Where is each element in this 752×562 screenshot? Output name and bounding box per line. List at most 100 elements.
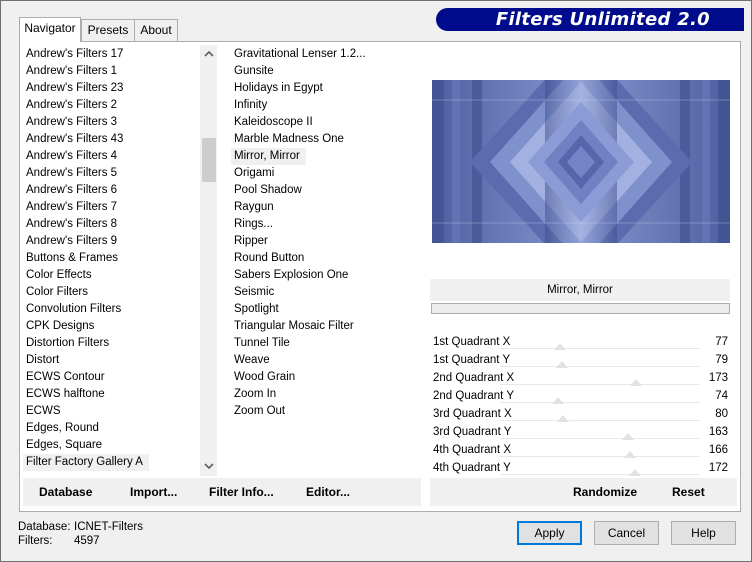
category-item[interactable]: Andrew's Filters 23 bbox=[23, 80, 129, 97]
filter-item[interactable]: Pool Shadow bbox=[231, 182, 308, 199]
category-item[interactable]: Andrew's Filters 4 bbox=[23, 148, 123, 165]
filter-item[interactable]: Origami bbox=[231, 165, 280, 182]
parameter-slider-row[interactable]: 1st Quadrant Y 79 bbox=[430, 351, 730, 369]
filter-item[interactable]: Kaleidoscope II bbox=[231, 114, 319, 131]
filter-item[interactable]: Sabers Explosion One bbox=[231, 267, 354, 284]
category-item[interactable]: Andrew's Filters 7 bbox=[23, 199, 123, 216]
category-item[interactable]: Andrew's Filters 8 bbox=[23, 216, 123, 233]
category-item[interactable]: Andrew's Filters 43 bbox=[23, 131, 129, 148]
parameter-value: 74 bbox=[715, 390, 728, 402]
category-item[interactable]: Andrew's Filters 1 bbox=[23, 63, 123, 80]
category-item[interactable]: ECWS halftone bbox=[23, 386, 111, 403]
slider-thumb[interactable] bbox=[555, 361, 568, 368]
category-item[interactable]: Edges, Square bbox=[23, 437, 108, 454]
category-item[interactable]: Buttons & Frames bbox=[23, 250, 124, 267]
category-item[interactable]: Edges, Round bbox=[23, 420, 105, 437]
filter-item[interactable]: Marble Madness One bbox=[231, 131, 350, 148]
parameter-label: 3rd Quadrant Y bbox=[433, 426, 512, 438]
category-item[interactable]: Andrew's Filters 2 bbox=[23, 97, 123, 114]
slider-track[interactable] bbox=[500, 402, 700, 403]
slider-thumb[interactable] bbox=[552, 397, 565, 404]
slider-thumb[interactable] bbox=[624, 451, 637, 458]
category-item[interactable]: Andrew's Filters 9 bbox=[23, 233, 123, 250]
filter-item[interactable]: Gunsite bbox=[231, 63, 280, 80]
parameter-value: 80 bbox=[715, 408, 728, 420]
tab-navigator[interactable]: Navigator bbox=[19, 17, 81, 42]
filter-item[interactable]: Raygun bbox=[231, 199, 280, 216]
slider-thumb[interactable] bbox=[629, 379, 642, 386]
parameter-slider-row[interactable]: 3rd Quadrant Y 163 bbox=[430, 423, 730, 441]
filter-item[interactable]: Infinity bbox=[231, 97, 273, 114]
slider-thumb[interactable] bbox=[556, 415, 569, 422]
filter-preview-image bbox=[432, 80, 730, 243]
category-item[interactable]: Color Filters bbox=[23, 284, 94, 301]
randomize-button[interactable]: Randomize bbox=[573, 478, 637, 506]
parameter-label: 1st Quadrant X bbox=[433, 336, 511, 348]
parameter-label: 4th Quadrant Y bbox=[433, 462, 511, 474]
reset-button[interactable]: Reset bbox=[672, 478, 705, 506]
category-item[interactable]: Distortion Filters bbox=[23, 335, 115, 352]
apply-button[interactable]: Apply bbox=[517, 521, 582, 545]
filter-item[interactable]: Weave bbox=[231, 352, 276, 369]
slider-thumb[interactable] bbox=[554, 343, 567, 350]
filter-item[interactable]: Seismic bbox=[231, 284, 280, 301]
category-item[interactable]: Filter Factory Gallery A bbox=[23, 454, 149, 471]
slider-track[interactable] bbox=[500, 348, 700, 349]
category-item[interactable]: Andrew's Filters 3 bbox=[23, 114, 123, 131]
category-item[interactable]: CPK Designs bbox=[23, 318, 100, 335]
parameter-slider-row[interactable]: 4th Quadrant X 166 bbox=[430, 441, 730, 459]
parameter-slider-row[interactable]: 2nd Quadrant Y 74 bbox=[430, 387, 730, 405]
slider-track[interactable] bbox=[500, 384, 700, 385]
filter-item[interactable]: Rings... bbox=[231, 216, 279, 233]
filter-item[interactable]: Zoom Out bbox=[231, 403, 291, 420]
filter-list[interactable]: Gravitational Lenser 1.2... Gunsite Holida… bbox=[231, 45, 421, 476]
category-item[interactable]: Convolution Filters bbox=[23, 301, 127, 318]
database-label: Database: bbox=[18, 521, 71, 533]
cancel-button[interactable]: Cancel bbox=[594, 521, 659, 545]
slider-track[interactable] bbox=[500, 420, 700, 421]
parameter-slider-row[interactable]: 4th Quadrant Y 172 bbox=[430, 459, 730, 477]
category-item[interactable]: Distort bbox=[23, 352, 65, 369]
category-list[interactable]: Andrew's Filters 17 Andrew's Filters 1 And… bbox=[23, 45, 200, 476]
slider-track[interactable] bbox=[500, 366, 700, 367]
parameter-slider-row[interactable]: 3rd Quadrant X 80 bbox=[430, 405, 730, 423]
category-scrollbar[interactable] bbox=[200, 45, 217, 476]
category-scroll-thumb[interactable] bbox=[202, 138, 216, 182]
filter-item[interactable]: Round Button bbox=[231, 250, 310, 267]
filter-info-button[interactable]: Filter Info... bbox=[209, 478, 274, 506]
help-button[interactable]: Help bbox=[671, 521, 736, 545]
category-item[interactable]: ECWS Contour bbox=[23, 369, 111, 386]
parameter-slider-row[interactable]: 2nd Quadrant X 173 bbox=[430, 369, 730, 387]
filter-item[interactable]: Ripper bbox=[231, 233, 274, 250]
slider-track[interactable] bbox=[500, 438, 700, 439]
parameter-label: 2nd Quadrant Y bbox=[433, 390, 514, 402]
filter-item[interactable]: Tunnel Tile bbox=[231, 335, 296, 352]
category-item[interactable]: Andrew's Filters 5 bbox=[23, 165, 123, 182]
filter-item[interactable]: Spotlight bbox=[231, 301, 285, 318]
chevron-down-icon[interactable] bbox=[200, 459, 217, 476]
parameter-value: 79 bbox=[715, 354, 728, 366]
category-item[interactable]: Andrew's Filters 6 bbox=[23, 182, 123, 199]
filter-item[interactable]: Triangular Mosaic Filter bbox=[231, 318, 360, 335]
category-item[interactable]: Andrew's Filters 17 bbox=[23, 46, 129, 63]
tab-about[interactable]: About bbox=[134, 19, 178, 41]
slider-track[interactable] bbox=[500, 456, 700, 457]
slider-thumb[interactable] bbox=[628, 469, 641, 476]
parameter-value: 163 bbox=[708, 426, 728, 438]
parameter-slider-row[interactable]: 1st Quadrant X 77 bbox=[430, 333, 730, 351]
category-item[interactable]: ECWS bbox=[23, 403, 67, 420]
tab-presets[interactable]: Presets bbox=[81, 19, 135, 41]
import-button[interactable]: Import... bbox=[130, 478, 177, 506]
category-item[interactable]: Color Effects bbox=[23, 267, 98, 284]
filter-item[interactable]: Gravitational Lenser 1.2... bbox=[231, 46, 372, 63]
filter-item[interactable]: Zoom In bbox=[231, 386, 282, 403]
chevron-up-icon[interactable] bbox=[200, 46, 217, 63]
filter-item[interactable]: Mirror, Mirror bbox=[231, 148, 306, 165]
database-button[interactable]: Database bbox=[39, 478, 92, 506]
slider-thumb[interactable] bbox=[621, 433, 634, 440]
editor-button[interactable]: Editor... bbox=[306, 478, 350, 506]
slider-track[interactable] bbox=[500, 474, 700, 475]
filter-item[interactable]: Wood Grain bbox=[231, 369, 301, 386]
parameter-label: 3rd Quadrant X bbox=[433, 408, 512, 420]
filter-item[interactable]: Holidays in Egypt bbox=[231, 80, 329, 97]
